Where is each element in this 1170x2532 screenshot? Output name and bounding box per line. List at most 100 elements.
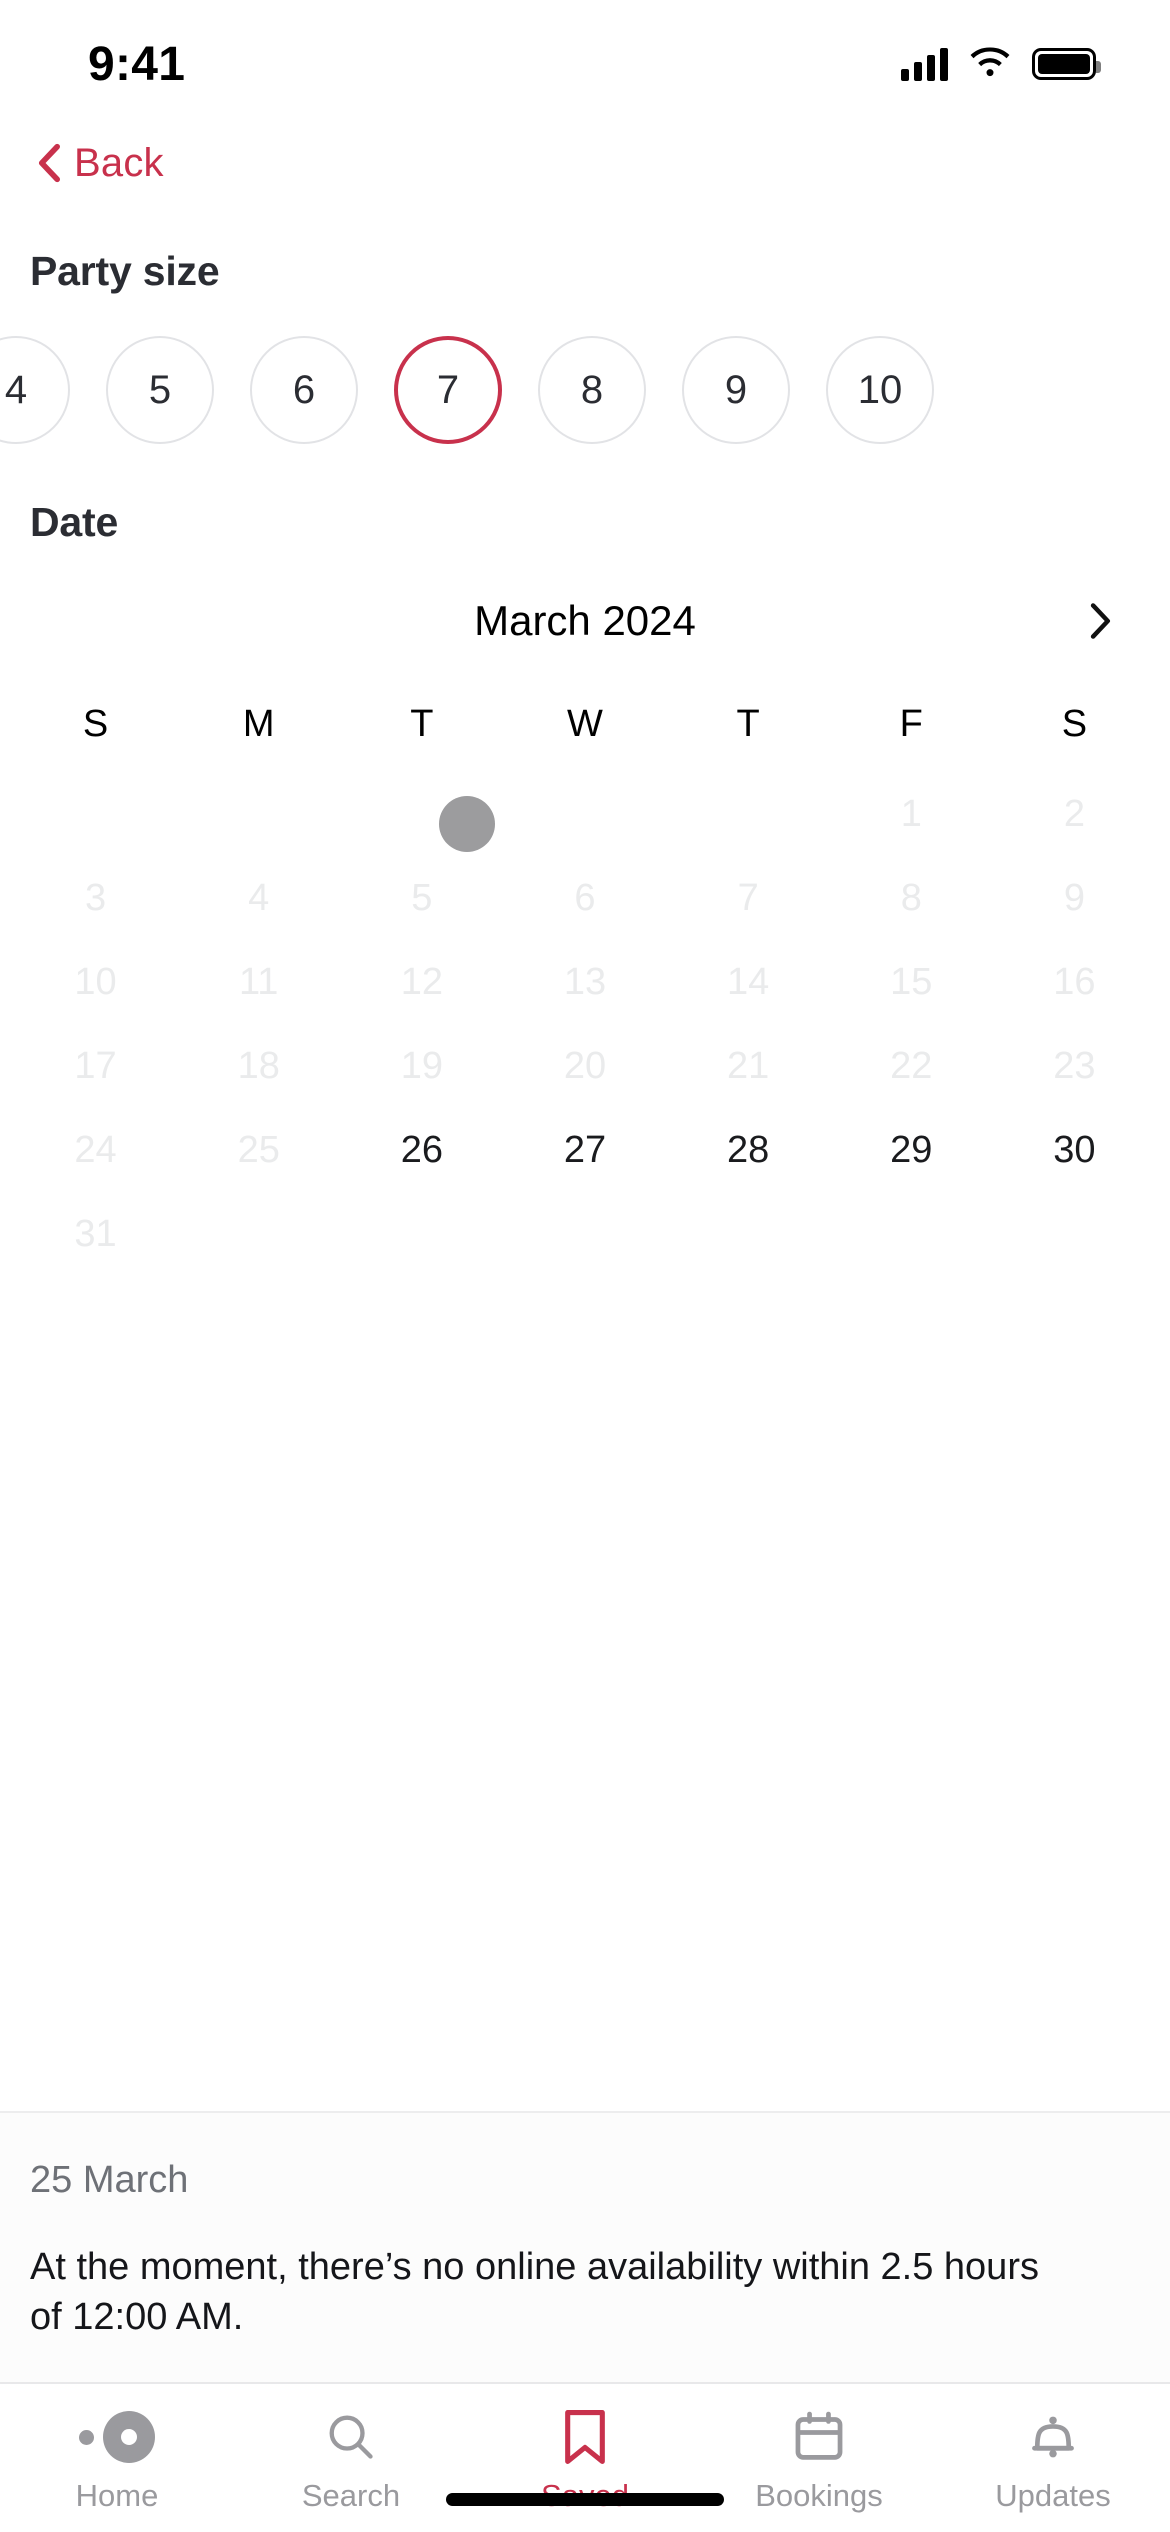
calendar-weekday-4: T <box>736 702 760 745</box>
party-size-option-7[interactable]: 7 <box>394 336 502 444</box>
party-size-option-8[interactable]: 8 <box>538 336 646 444</box>
date-title: Date <box>30 499 119 545</box>
calendar-day-empty <box>993 1192 1156 1276</box>
calendar-day-2: 2 <box>1063 792 1085 835</box>
calendar-day-30[interactable]: 30 <box>993 1108 1156 1192</box>
status-time: 9:41 <box>88 37 186 91</box>
calendar-day-empty <box>340 1192 503 1276</box>
calendar-day-12: 12 <box>400 960 443 1003</box>
back-button[interactable]: Back <box>26 135 174 192</box>
calendar-day-empty <box>503 1192 666 1276</box>
tab-search[interactable]: Search <box>234 2408 468 2514</box>
tab-updates[interactable]: Updates <box>936 2408 1170 2514</box>
calendar-month-label: March 2024 <box>474 597 696 644</box>
calendar-header: March 2024 <box>0 566 1170 676</box>
calendar-day-31: 31 <box>74 1212 117 1255</box>
party-size-option-9[interactable]: 9 <box>682 336 790 444</box>
calendar-day-28[interactable]: 28 <box>667 1108 830 1192</box>
party-size-option-label: 9 <box>724 367 748 412</box>
calendar-weekday-5: F <box>899 702 923 745</box>
calendar-weekday-0: S <box>82 702 109 745</box>
tab-bookings[interactable]: Bookings <box>702 2408 936 2514</box>
calendar-day-13: 13 <box>563 960 607 1003</box>
party-size-option-6[interactable]: 6 <box>250 336 358 444</box>
calendar-spacer <box>0 1276 1170 2111</box>
calendar-day-22: 22 <box>890 1044 933 1087</box>
status-indicators <box>901 47 1101 81</box>
calendar-weekday-1: M <box>242 702 275 745</box>
calendar-weekday-3: W <box>567 702 603 745</box>
party-size-option-label: 4 <box>4 367 28 412</box>
calendar-day-15: 15 <box>890 960 933 1003</box>
calendar-day-empty <box>340 772 503 856</box>
party-size-option-label: 8 <box>580 367 604 412</box>
info-message: At the moment, there’s no online availab… <box>30 2245 1039 2338</box>
calendar-day-7: 7 <box>737 876 759 919</box>
calendar-day-9: 9 <box>1063 876 1085 919</box>
calendar-day-6: 6 <box>574 876 596 919</box>
availability-info-panel: 25 March At the moment, there’s no onlin… <box>0 2110 1170 2382</box>
search-magnifier-icon <box>325 2408 377 2466</box>
wifi-icon <box>970 47 1010 77</box>
calendar-day-29[interactable]: 29 <box>830 1108 993 1192</box>
calendar-day-18: 18 <box>237 1044 280 1087</box>
calendar-weekday-2: T <box>410 702 434 745</box>
party-size-title: Party size <box>30 248 220 294</box>
calendar-day-25: 25 <box>237 1128 280 1171</box>
calendar-body: 1 2 3 4 5 6 7 8 9 10 11 12 13 14 15 16 17 18 19 20 21 22 23 24 2… <box>0 772 1170 1276</box>
calendar-weekday-6: S <box>1061 702 1088 745</box>
calendar-icon <box>793 2408 845 2466</box>
calendar-day-5: 5 <box>411 876 433 919</box>
party-size-option-5[interactable]: 5 <box>106 336 214 444</box>
calendar-day-1: 1 <box>900 792 922 835</box>
calendar-day-26[interactable]: 26 <box>340 1108 503 1192</box>
calendar-day-11: 11 <box>238 960 279 1003</box>
chevron-right-icon <box>1090 603 1111 639</box>
calendar-day-empty <box>14 772 177 856</box>
calendar-day-empty <box>177 772 340 856</box>
next-month-button[interactable] <box>1074 595 1126 647</box>
calendar-day-empty <box>503 772 666 856</box>
calendar-day-20: 20 <box>563 1044 607 1087</box>
calendar-days-grid[interactable]: 1 2 3 4 5 6 7 8 9 10 11 12 13 14 15 16 17 18 19 20 21 22 23 24 2… <box>0 772 1170 1276</box>
calendar-day-23: 23 <box>1053 1044 1096 1087</box>
calendar-day-empty <box>830 1192 993 1276</box>
calendar-day-8: 8 <box>900 876 922 919</box>
calendar-day-empty <box>667 1192 830 1276</box>
bottom-tab-bar[interactable]: HomeSearchSavedBookingsUpdates <box>0 2382 1170 2532</box>
tab-home[interactable]: Home <box>0 2408 234 2514</box>
party-size-option-label: 5 <box>148 367 172 412</box>
calendar-day-empty <box>667 772 830 856</box>
tab-label: Bookings <box>755 2478 883 2513</box>
info-date-label: 25 March <box>30 2158 189 2201</box>
tab-label: Search <box>301 2478 401 2513</box>
party-size-option-label: 10 <box>857 367 903 412</box>
navigation-bar: Back <box>0 118 1170 208</box>
bookmark-icon <box>561 2408 609 2466</box>
calendar-day-3: 3 <box>85 876 107 919</box>
tab-label: Updates <box>995 2478 1111 2513</box>
battery-full-icon <box>1032 48 1101 80</box>
calendar-day-24: 24 <box>74 1128 117 1171</box>
party-size-option-label: 7 <box>436 367 460 412</box>
bell-icon <box>1027 2408 1079 2466</box>
opentable-home-icon <box>79 2408 155 2466</box>
tab-label: Home <box>75 2478 159 2513</box>
calendar-day-17: 17 <box>74 1044 117 1087</box>
cellular-signal-icon <box>901 47 948 81</box>
scroll-content: Party size 4 5 6 7 8 9 10 Date March 2024 S M T W… <box>0 208 1170 2111</box>
home-indicator <box>446 2493 724 2506</box>
calendar-weekday-headers: SMTWTFS <box>0 676 1170 772</box>
app-screen: 9:41 Back Party size 4 5 6 7 8 9 10 Date March… <box>0 0 1170 2532</box>
calendar-day-16: 16 <box>1053 960 1096 1003</box>
party-size-selector[interactable]: 4 5 6 7 8 9 10 <box>0 325 1170 455</box>
chevron-left-icon <box>38 143 60 183</box>
status-bar: 9:41 <box>0 0 1170 118</box>
calendar-day-21: 21 <box>726 1044 770 1087</box>
back-label: Back <box>74 140 164 185</box>
calendar-day-empty <box>177 1192 340 1276</box>
calendar-day-14: 14 <box>726 960 770 1003</box>
party-size-option-10[interactable]: 10 <box>826 336 934 444</box>
party-size-option-4[interactable]: 4 <box>0 336 70 444</box>
calendar-day-27[interactable]: 27 <box>503 1108 666 1192</box>
